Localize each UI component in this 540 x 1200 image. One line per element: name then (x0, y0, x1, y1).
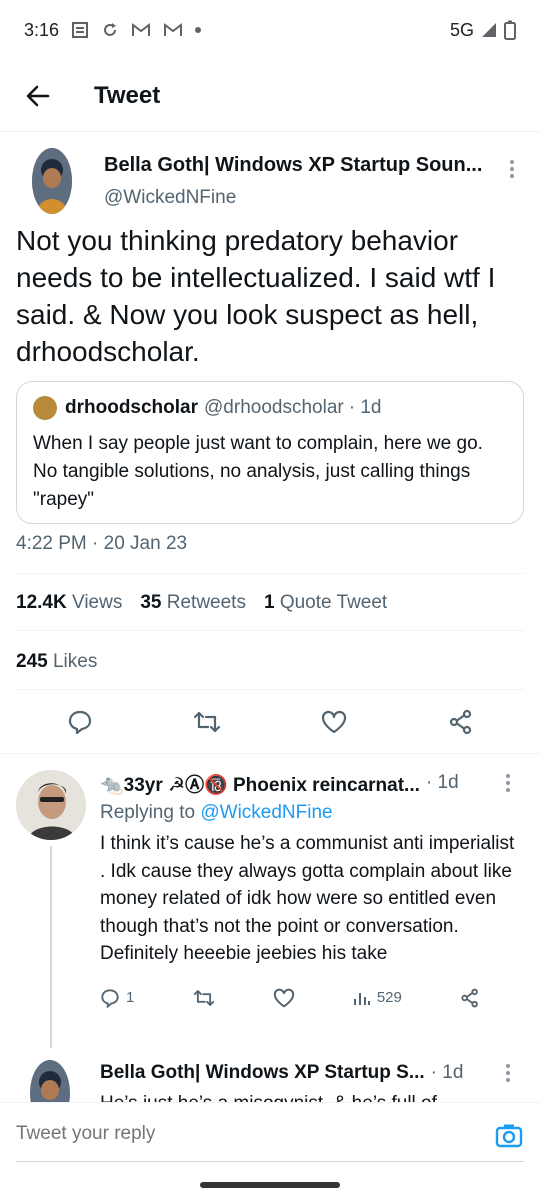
status-bar: 3:16 5G (0, 0, 540, 60)
retweet-icon (193, 989, 214, 1006)
like-button[interactable] (273, 988, 295, 1008)
camera-icon (495, 1124, 523, 1148)
main-tweet: Bella Goth| Windows XP Startup Soun... @… (16, 140, 524, 214)
reply-actions: 1 529 (100, 988, 480, 1008)
refresh-icon (101, 21, 119, 39)
stats-row: 12.4K Views 35 Retweets 1 Quote Tweet (16, 592, 387, 614)
likes-row: 245 Likes (16, 651, 97, 673)
gmail-icon (163, 22, 183, 38)
avatar[interactable] (30, 1060, 70, 1102)
retweets-stat[interactable]: 35 Retweets (140, 592, 246, 614)
notification-dot-icon (195, 27, 202, 33)
reply-tweet[interactable]: 🐀33yr ☭Ⓐ🔞 Phoenix reincarnat... · 1d Rep… (0, 768, 540, 1048)
reply-text: I think it’s cause he’s a communist anti… (100, 833, 515, 964)
quote-avatar (33, 396, 57, 420)
like-button[interactable] (314, 702, 354, 742)
page-title: Tweet (94, 81, 161, 109)
reply-author-name[interactable]: 🐀33yr ☭Ⓐ🔞 Phoenix reincarnat... (100, 770, 420, 797)
arrow-left-icon (26, 85, 50, 106)
reply-time: · 1d (425, 772, 459, 793)
tweet-timestamp: 4:22 PM · 20 Jan 23 (16, 533, 188, 554)
likes-stat[interactable]: 245 Likes (16, 651, 97, 673)
share-icon (449, 709, 471, 735)
gmail-icon (131, 22, 151, 38)
retweet-icon (193, 711, 220, 733)
reply-count: 1 (126, 989, 135, 1006)
reply-author-name[interactable]: Bella Goth| Windows XP Startup S... (100, 1062, 425, 1084)
retweet-button[interactable] (187, 702, 227, 742)
quote-text: When I say people just want to complain,… (33, 433, 483, 510)
tweet-actions (16, 700, 524, 744)
reply-button[interactable] (60, 702, 100, 742)
divider (0, 753, 540, 754)
replying-to: Replying to @WickedNFine (100, 802, 333, 823)
share-button[interactable] (460, 988, 480, 1008)
author-name[interactable]: Bella Goth| Windows XP Startup Soun... (104, 154, 494, 177)
reply-time: · 1d (430, 1062, 464, 1083)
camera-button[interactable] (494, 1121, 524, 1151)
reply-compose-bar (0, 1102, 540, 1200)
signal-icon (480, 21, 498, 39)
avatar[interactable] (16, 770, 86, 840)
top-app-bar: Tweet (0, 60, 540, 132)
status-time: 3:16 (24, 19, 60, 40)
reply-input[interactable] (16, 1123, 486, 1145)
battery-icon (504, 20, 516, 40)
views-stat: 12.4K Views (16, 592, 123, 613)
share-icon (461, 988, 478, 1007)
divider (16, 630, 524, 631)
retweet-button[interactable] (193, 988, 215, 1008)
reply-button[interactable]: 1 (100, 988, 134, 1008)
quote-time: · 1d (348, 397, 382, 418)
author-handle[interactable]: @WickedNFine (104, 187, 500, 209)
thread-line (50, 846, 52, 1048)
heart-icon (321, 710, 346, 734)
avatar[interactable] (32, 148, 72, 214)
views-count: 529 (376, 989, 402, 1006)
network-type: 5G (449, 19, 474, 40)
divider (16, 689, 524, 690)
views-bar-icon (353, 992, 370, 1005)
heart-icon (273, 988, 294, 1008)
reply-tweet[interactable]: Bella Goth| Windows XP Startup S... · 1d… (0, 1058, 540, 1102)
divider (16, 1161, 524, 1162)
divider (16, 573, 524, 574)
reply-icon (101, 988, 119, 1008)
quote-tweet[interactable]: drhoodscholar @drhoodscholar · 1d When I… (16, 381, 524, 524)
home-indicator (200, 1182, 340, 1188)
reply-icon (68, 710, 91, 735)
quote-author-handle: @drhoodscholar (204, 397, 344, 418)
replying-to-handle[interactable]: @WickedNFine (200, 802, 332, 823)
back-button[interactable] (18, 76, 58, 116)
views-button[interactable]: 529 (353, 989, 402, 1007)
news-icon (71, 21, 89, 39)
quote-author-name: drhoodscholar (65, 397, 199, 418)
share-button[interactable] (441, 702, 481, 742)
more-options-icon[interactable] (496, 1058, 520, 1088)
more-options-icon[interactable] (496, 768, 520, 798)
reply-text: He’s just he’s a misogynist, & he’s full… (100, 1090, 520, 1102)
more-options-icon[interactable] (500, 154, 524, 184)
quote-tweets-stat[interactable]: 1 Quote Tweet (264, 592, 387, 614)
tweet-text: Not you thinking predatory behavior need… (16, 225, 496, 367)
